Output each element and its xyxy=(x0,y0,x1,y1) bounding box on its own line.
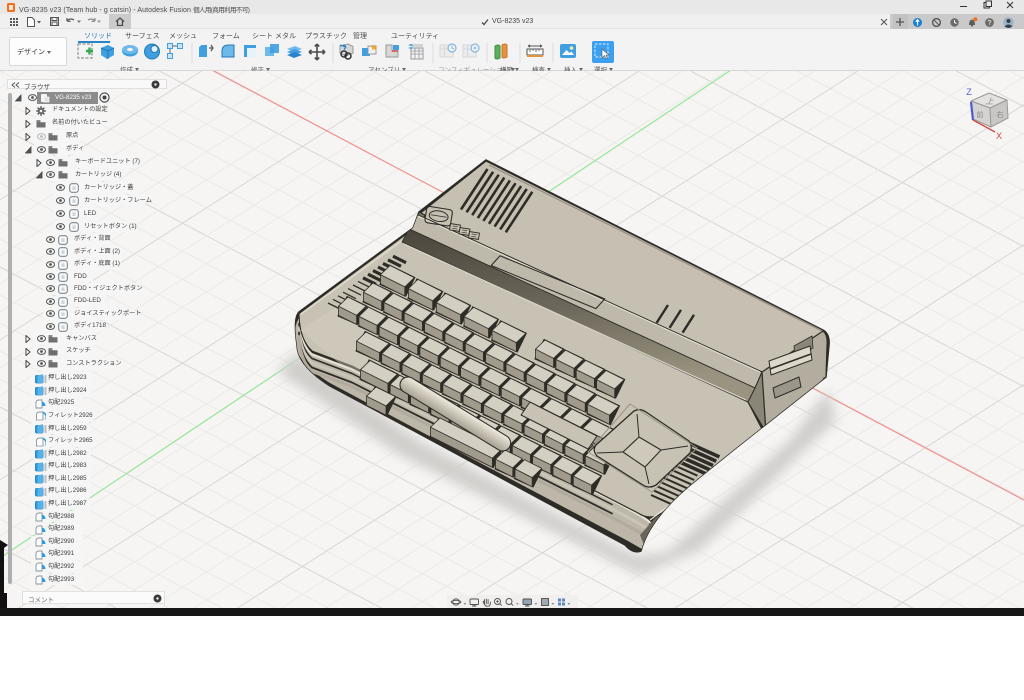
svg-text:Z: Z xyxy=(966,87,972,97)
svg-text:右: 右 xyxy=(997,110,1004,119)
svg-text:?: ? xyxy=(987,20,991,27)
svg-text:前: 前 xyxy=(977,110,984,119)
svg-text:X: X xyxy=(996,131,1002,141)
